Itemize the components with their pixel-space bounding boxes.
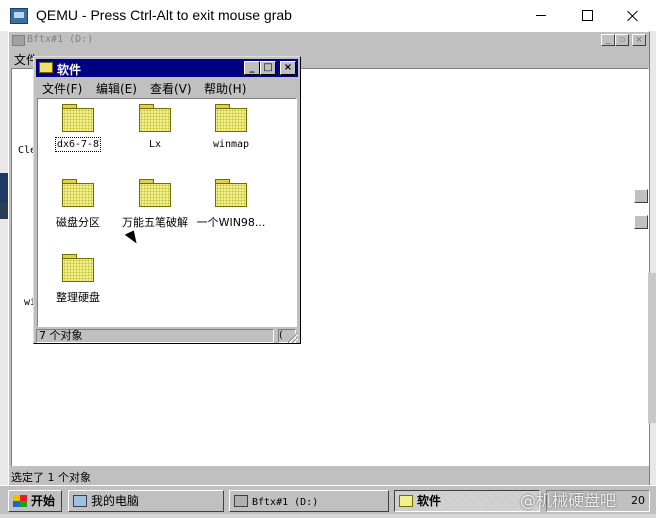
qemu-window-title: QEMU - Press Ctrl-Alt to exit mouse grab [36,7,292,23]
drive-icon [234,495,248,507]
object-count: 7 个对象 [36,329,274,343]
taskbar-button-my-computer[interactable]: 我的电脑 [68,490,224,512]
folder-item[interactable]: dx6-7-8 [40,104,116,164]
restore-icon: ▫ [618,34,626,45]
bftx-restore-button[interactable]: ▫ [615,34,629,46]
folder-label: 整理硬盘 [56,291,100,304]
software-minimize-button[interactable]: _ [244,61,260,75]
minimize-icon [536,15,546,16]
bftx-close-button[interactable]: × [632,34,646,46]
bftx-titlebar[interactable]: Bftx#1 (D:) _ ▫ × [9,32,649,48]
task-label: 软件 [417,494,442,508]
qemu-app-icon [10,8,28,24]
folder-label: winmap [212,139,250,150]
bftx-status-text: 选定了 1 个对象 [11,471,91,484]
scroll-button[interactable] [634,189,648,203]
folder-label: 磁盘分区 [56,216,100,229]
folder-label: dx6-7-8 [54,137,102,152]
software-close-button[interactable]: × [280,61,296,75]
host-close-button[interactable] [610,0,656,31]
software-window: 软件 _ □ × 文件(F) 编辑(E) 查看(V) 帮助(H) dx6-7-8… [33,56,301,344]
folder-icon [39,62,53,73]
menu-help[interactable]: 帮助(H) [204,80,246,97]
minimize-icon: _ [605,34,611,45]
folder-icon [215,104,247,132]
scroll-button[interactable] [634,215,648,229]
folder-item[interactable]: 整理硬盘 [40,254,116,314]
host-minimize-button[interactable] [518,0,564,31]
folder-view: dx6-7-8 Lx winmap 磁盘分区 万能五笔破解 一个WIN98... [37,98,297,327]
clock[interactable]: 20 [631,491,645,511]
host-maximize-button[interactable] [564,0,610,31]
desktop-edge-2 [0,203,8,219]
windows-logo-icon [13,495,27,507]
drive-icon [12,35,25,46]
folder-label: 万能五笔破解 [122,216,188,229]
taskbar-button-software[interactable]: 软件 [394,490,540,512]
taskbar-button-bftx[interactable]: Bftx#1 (D:) [229,490,389,512]
folder-icon [62,179,94,207]
software-statusbar: 7 个对象 ( [36,329,298,343]
software-maximize-button[interactable]: □ [260,61,276,75]
software-title: 软件 [57,63,82,77]
folder-item[interactable]: Lx [117,104,193,164]
close-icon: × [635,34,643,45]
minimize-icon: _ [249,62,255,73]
desktop-edge-right [648,273,656,423]
guest-desktop: Bftx#1 (D:) _ ▫ × 文件 Cle wi 选定了 1 个对象 软件… [0,31,656,518]
folder-label: 一个WIN98... [196,216,266,229]
watermark: @机械硬盘吧 [520,491,617,510]
close-icon: × [283,62,293,73]
bftx-statusbar: 选定了 1 个对象 [9,466,649,486]
host-bottom-edge [0,514,656,518]
task-label: 我的电脑 [91,494,140,508]
folder-icon [215,179,247,207]
computer-icon [73,495,87,507]
software-menubar: 文件(F) 编辑(E) 查看(V) 帮助(H) [36,78,298,96]
folder-label: Lx [148,139,162,150]
task-label: Bftx#1 (D:) [252,497,319,508]
start-button[interactable]: 开始 [8,490,62,512]
maximize-icon [581,10,593,21]
bftx-title: Bftx#1 (D:) [27,34,94,45]
folder-item[interactable]: 磁盘分区 [40,179,116,239]
start-label: 开始 [31,494,56,508]
folder-icon [139,179,171,207]
close-icon [627,10,639,22]
menu-edit[interactable]: 编辑(E) [96,80,137,97]
folder-item[interactable]: winmap [193,104,269,164]
menu-file[interactable]: 文件(F) [42,80,82,97]
menu-view[interactable]: 查看(V) [150,80,192,97]
folder-icon [399,495,413,507]
folder-item[interactable]: 一个WIN98... [193,179,269,239]
bftx-minimize-button[interactable]: _ [601,34,615,46]
folder-icon [139,104,171,132]
folder-icon [62,104,94,132]
software-titlebar[interactable]: 软件 _ □ × [36,59,298,77]
maximize-icon: □ [263,62,273,73]
qemu-titlebar: QEMU - Press Ctrl-Alt to exit mouse grab [0,0,656,31]
desktop-edge [0,173,8,203]
resize-grip[interactable] [288,333,298,343]
folder-item[interactable]: 万能五笔破解 [117,179,193,239]
folder-icon [62,254,94,282]
